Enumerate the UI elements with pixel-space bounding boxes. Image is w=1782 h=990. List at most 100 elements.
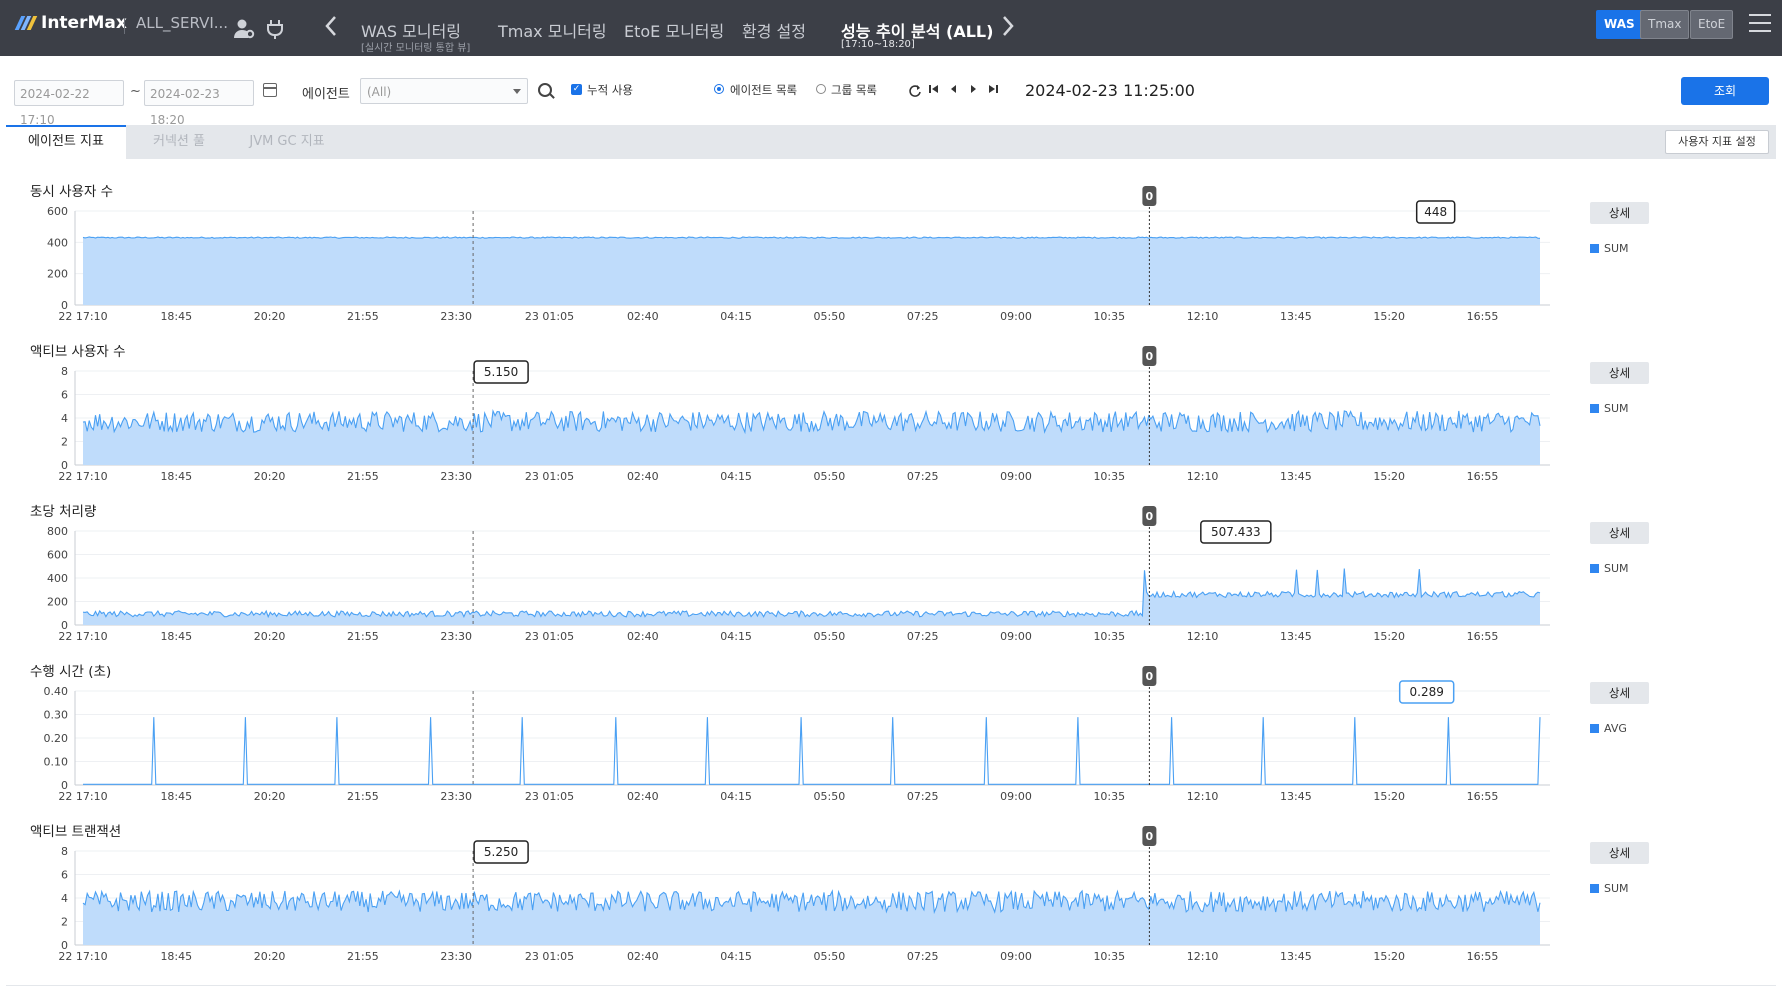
- series-area-sum: [83, 411, 1540, 465]
- y-tick-label: 400: [47, 236, 68, 249]
- y-tick-label: 800: [47, 525, 68, 538]
- x-tick-label: 18:45: [160, 790, 192, 803]
- y-tick-label: 0.20: [44, 732, 69, 745]
- x-tick-label: 02:40: [627, 470, 659, 483]
- x-tick-label: 23:30: [440, 470, 472, 483]
- x-tick-label: 04:15: [720, 790, 752, 803]
- y-tick-label: 4: [61, 412, 68, 425]
- detail-button[interactable]: 상세: [1590, 362, 1649, 384]
- x-tick-label: 20:20: [254, 950, 286, 963]
- x-tick-label: 04:15: [720, 630, 752, 643]
- x-tick-label: 04:15: [720, 470, 752, 483]
- legend-label: SUM: [1604, 242, 1629, 255]
- x-tick-label: 20:20: [254, 310, 286, 323]
- value-tooltip-text: 448: [1424, 205, 1447, 219]
- legend-swatch: [1590, 404, 1599, 413]
- legend-label: SUM: [1604, 562, 1629, 575]
- x-tick-label: 05:50: [814, 310, 846, 323]
- x-tick-label: 15:20: [1373, 630, 1405, 643]
- series-line-avg: [82, 717, 1541, 785]
- x-tick-label: 12:10: [1187, 790, 1219, 803]
- x-tick-label: 12:10: [1187, 310, 1219, 323]
- x-tick-label: 10:35: [1093, 630, 1125, 643]
- x-tick-label: 09:00: [1000, 790, 1032, 803]
- x-tick-label: 13:45: [1280, 790, 1312, 803]
- x-tick-label: 07:25: [907, 790, 939, 803]
- legend-label: SUM: [1604, 882, 1629, 895]
- x-tick-label: 10:35: [1093, 470, 1125, 483]
- x-tick-label: 22 17:10: [58, 790, 107, 803]
- y-tick-label: 400: [47, 572, 68, 585]
- panel-title-4: 액티브 트랜잭션: [30, 824, 122, 840]
- legend-label: SUM: [1604, 402, 1629, 415]
- x-tick-label: 16:55: [1467, 310, 1499, 323]
- legend-swatch: [1590, 724, 1599, 733]
- x-tick-label: 15:20: [1373, 310, 1405, 323]
- legend-item[interactable]: SUM: [1590, 402, 1629, 415]
- legend-item[interactable]: SUM: [1590, 242, 1629, 255]
- time-marker-label: 0: [1146, 670, 1154, 683]
- x-tick-label: 05:50: [814, 630, 846, 643]
- x-tick-label: 04:15: [720, 310, 752, 323]
- x-tick-label: 18:45: [160, 470, 192, 483]
- time-marker-label: 0: [1146, 190, 1154, 203]
- x-tick-label: 13:45: [1280, 310, 1312, 323]
- x-tick-label: 07:25: [907, 470, 939, 483]
- detail-button[interactable]: 상세: [1590, 202, 1649, 224]
- detail-button[interactable]: 상세: [1590, 842, 1649, 864]
- x-tick-label: 21:55: [347, 950, 379, 963]
- x-tick-label: 22 17:10: [58, 470, 107, 483]
- x-tick-label: 07:25: [907, 950, 939, 963]
- panel-title-1: 액티브 사용자 수: [30, 344, 126, 360]
- time-marker-label: 0: [1146, 350, 1154, 363]
- x-tick-label: 02:40: [627, 630, 659, 643]
- x-tick-label: 20:20: [254, 470, 286, 483]
- x-tick-label: 16:55: [1467, 470, 1499, 483]
- x-tick-label: 20:20: [254, 790, 286, 803]
- x-tick-label: 20:20: [254, 630, 286, 643]
- x-tick-label: 10:35: [1093, 310, 1125, 323]
- x-tick-label: 09:00: [1000, 630, 1032, 643]
- charts-area: 020040060022 17:10 18:45 20:20 21:55 23:30 23…: [44, 186, 1550, 963]
- x-tick-label: 22 17:10: [58, 310, 107, 323]
- time-marker-label: 0: [1146, 830, 1154, 843]
- x-tick-label: 09:00: [1000, 310, 1032, 323]
- y-tick-label: 2: [61, 436, 68, 449]
- legend-item[interactable]: SUM: [1590, 882, 1629, 895]
- x-tick-label: 15:20: [1373, 950, 1405, 963]
- x-tick-label: 22 17:10: [58, 630, 107, 643]
- x-tick-label: 09:00: [1000, 950, 1032, 963]
- legend-label: AVG: [1604, 722, 1627, 735]
- x-tick-label: 16:55: [1467, 630, 1499, 643]
- series-area-sum: [83, 237, 1540, 305]
- series-area-sum: [83, 891, 1540, 945]
- y-tick-label: 200: [47, 268, 68, 281]
- y-tick-label: 4: [61, 892, 68, 905]
- x-tick-label: 12:10: [1187, 470, 1219, 483]
- x-tick-label: 02:40: [627, 310, 659, 323]
- legend-item[interactable]: AVG: [1590, 722, 1627, 735]
- y-tick-label: 0.10: [44, 756, 69, 769]
- x-tick-label: 15:20: [1373, 470, 1405, 483]
- value-tooltip-text: 5.250: [484, 845, 518, 859]
- time-marker-label: 0: [1146, 510, 1154, 523]
- x-tick-label: 23:30: [440, 790, 472, 803]
- legend-item[interactable]: SUM: [1590, 562, 1629, 575]
- x-tick-label: 16:55: [1467, 790, 1499, 803]
- x-tick-label: 12:10: [1187, 950, 1219, 963]
- x-tick-label: 21:55: [347, 310, 379, 323]
- detail-button[interactable]: 상세: [1590, 682, 1649, 704]
- detail-button[interactable]: 상세: [1590, 522, 1649, 544]
- x-tick-label: 21:55: [347, 470, 379, 483]
- x-tick-label: 23 01:05: [525, 470, 574, 483]
- value-tooltip-text: 507.433: [1211, 525, 1261, 539]
- legend-swatch: [1590, 884, 1599, 893]
- y-tick-label: 6: [61, 869, 68, 882]
- x-tick-label: 02:40: [627, 790, 659, 803]
- x-tick-label: 23 01:05: [525, 310, 574, 323]
- y-tick-label: 200: [47, 596, 68, 609]
- x-tick-label: 23 01:05: [525, 950, 574, 963]
- x-tick-label: 05:50: [814, 470, 846, 483]
- x-tick-label: 09:00: [1000, 470, 1032, 483]
- x-tick-label: 18:45: [160, 950, 192, 963]
